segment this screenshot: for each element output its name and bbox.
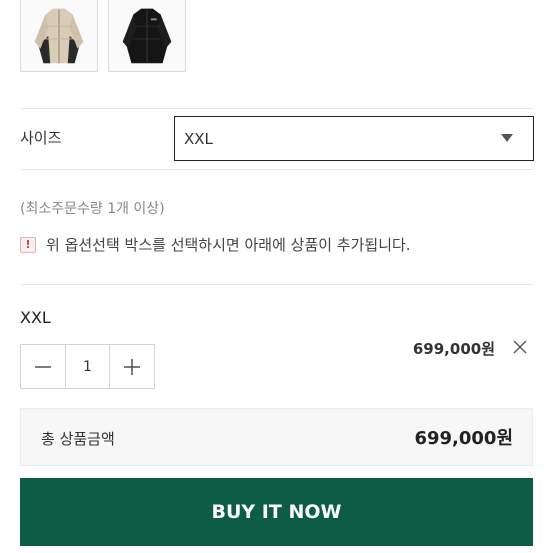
selected-option-name: XXL — [20, 308, 51, 327]
total-price-box: 총 상품금액 699,000원 — [20, 408, 533, 466]
buy-it-now-button[interactable]: BUY IT NOW — [20, 478, 533, 546]
increase-quantity-button[interactable] — [110, 345, 154, 388]
minus-icon — [35, 365, 52, 368]
size-option-label: 사이즈 — [20, 129, 62, 147]
thumbnail-beige-jacket[interactable] — [20, 0, 98, 72]
item-price: 699,000원 — [412, 340, 495, 358]
notice-text: 위 옵션선택 박스를 선택하시면 아래에 상품이 추가됩니다. — [46, 236, 411, 254]
close-icon[interactable] — [512, 339, 528, 355]
option-notice: ! 위 옵션선택 박스를 선택하시면 아래에 상품이 추가됩니다. — [20, 234, 411, 255]
plus-icon — [123, 358, 140, 375]
total-price-value: 699,000원 — [414, 428, 513, 449]
minimum-quantity-note: (최소주문수량 1개 이상) — [20, 201, 165, 217]
quantity-input[interactable]: 1 — [65, 345, 110, 388]
divider — [20, 108, 533, 109]
thumbnail-black-jacket[interactable] — [108, 0, 186, 72]
size-select[interactable]: XXL — [174, 116, 534, 161]
decrease-quantity-button[interactable] — [21, 345, 65, 388]
divider — [20, 169, 533, 170]
total-price-label: 총 상품금액 — [41, 430, 115, 448]
beige-jacket-image — [21, 0, 97, 71]
exclamation-icon: ! — [20, 236, 36, 253]
dropdown-triangle-icon — [501, 134, 513, 142]
quantity-stepper: 1 — [20, 344, 155, 389]
size-select-value: XXL — [184, 129, 213, 148]
divider — [20, 284, 533, 285]
black-jacket-image — [109, 0, 185, 71]
